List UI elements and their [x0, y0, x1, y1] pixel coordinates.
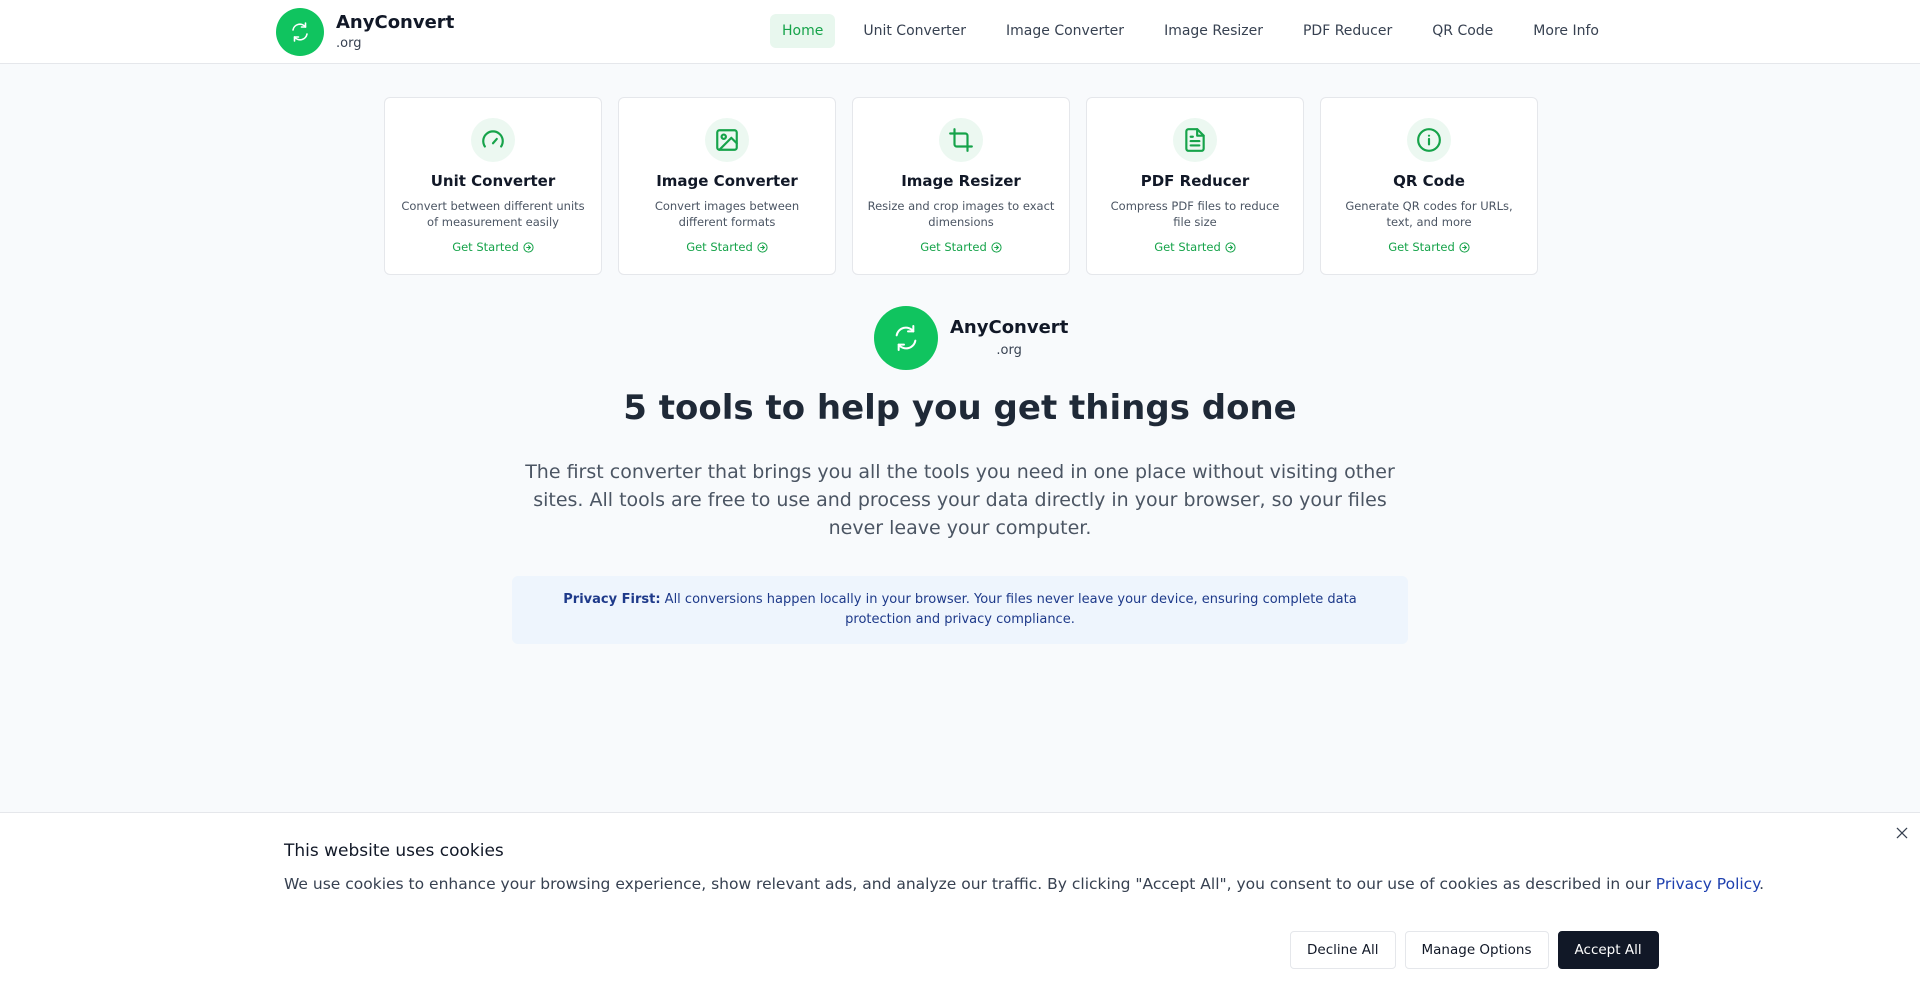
- brand-tld: .org: [336, 36, 362, 51]
- accept-all-button[interactable]: Accept All: [1557, 931, 1659, 969]
- nav-unit-converter[interactable]: Unit Converter: [851, 14, 978, 48]
- cookie-banner: This website uses cookies We use cookies…: [0, 812, 1920, 993]
- get-started-label: Get Started: [686, 240, 753, 254]
- cookie-actions: Decline All Manage Options Accept All: [1290, 931, 1659, 969]
- tool-title: QR Code: [1393, 172, 1465, 190]
- hero-brand: AnyConvert .org: [874, 306, 1068, 370]
- cookie-text: We use cookies to enhance your browsing …: [284, 875, 1764, 893]
- nav-image-converter[interactable]: Image Converter: [994, 14, 1136, 48]
- tool-description: Convert between different units of measu…: [401, 199, 585, 230]
- tool-card-qr-code[interactable]: QR Code Generate QR codes for URLs, text…: [1320, 97, 1538, 275]
- tool-title: Unit Converter: [430, 172, 556, 190]
- tool-card-image-resizer[interactable]: Image Resizer Resize and crop images to …: [852, 97, 1070, 275]
- hero-brand-name: AnyConvert: [950, 317, 1069, 339]
- nav-more-info[interactable]: More Info: [1521, 14, 1611, 48]
- hero-description: The first converter that brings you all …: [525, 461, 1395, 539]
- privacy-policy-link[interactable]: Privacy Policy: [1656, 875, 1759, 893]
- crop-icon: [939, 118, 983, 162]
- main-nav: Home Unit Converter Image Converter Imag…: [770, 14, 1611, 48]
- tool-description: Resize and crop images to exact dimensio…: [867, 199, 1055, 230]
- get-started-link[interactable]: Get Started: [452, 240, 534, 254]
- arrow-circle-right-icon: [757, 241, 768, 253]
- arrow-circle-right-icon: [523, 241, 534, 253]
- tool-title: Image Converter: [656, 172, 798, 190]
- gauge-icon: [471, 118, 515, 162]
- decline-all-button[interactable]: Decline All: [1290, 931, 1396, 969]
- hero-title: 5 tools to help you get things done: [623, 388, 1297, 428]
- tool-description: Generate QR codes for URLs, text, and mo…: [1345, 199, 1513, 230]
- cookie-title: This website uses cookies: [284, 841, 504, 861]
- nav-home[interactable]: Home: [770, 14, 836, 48]
- nav-qr-code[interactable]: QR Code: [1420, 14, 1505, 48]
- close-icon[interactable]: [1892, 823, 1912, 843]
- get-started-label: Get Started: [1154, 240, 1221, 254]
- info-icon: [1407, 118, 1451, 162]
- cookie-body: We use cookies to enhance your browsing …: [284, 875, 1656, 893]
- get-started-label: Get Started: [452, 240, 519, 254]
- get-started-link[interactable]: Get Started: [1154, 240, 1236, 254]
- refresh-icon: [874, 306, 938, 370]
- nav-pdf-reducer[interactable]: PDF Reducer: [1291, 14, 1404, 48]
- tool-description: Compress PDF files to reduce file size: [1110, 199, 1280, 230]
- arrow-circle-right-icon: [991, 241, 1002, 253]
- tool-title: Image Resizer: [901, 172, 1021, 190]
- tool-cards: Unit Converter Convert between different…: [384, 97, 1538, 275]
- get-started-link[interactable]: Get Started: [686, 240, 768, 254]
- manage-options-button[interactable]: Manage Options: [1404, 931, 1549, 969]
- privacy-notice: Privacy First: All conversions happen lo…: [512, 576, 1408, 644]
- get-started-label: Get Started: [920, 240, 987, 254]
- tool-card-image-converter[interactable]: Image Converter Convert images between d…: [618, 97, 836, 275]
- brand-name: AnyConvert: [336, 12, 455, 34]
- cookie-text-end: .: [1759, 875, 1765, 893]
- get-started-label: Get Started: [1388, 240, 1455, 254]
- get-started-link[interactable]: Get Started: [920, 240, 1002, 254]
- tool-card-unit-converter[interactable]: Unit Converter Convert between different…: [384, 97, 602, 275]
- image-icon: [705, 118, 749, 162]
- get-started-link[interactable]: Get Started: [1388, 240, 1470, 254]
- tool-title: PDF Reducer: [1140, 172, 1250, 190]
- nav-image-resizer[interactable]: Image Resizer: [1152, 14, 1275, 48]
- brand-logo-link[interactable]: AnyConvert .org: [276, 8, 454, 56]
- refresh-icon: [276, 8, 324, 56]
- privacy-text: All conversions happen locally in your b…: [664, 592, 1357, 627]
- file-text-icon: [1173, 118, 1217, 162]
- arrow-circle-right-icon: [1459, 241, 1470, 253]
- site-header: AnyConvert .org Home Unit Converter Imag…: [0, 0, 1920, 64]
- hero-brand-tld: .org: [996, 343, 1022, 358]
- arrow-circle-right-icon: [1225, 241, 1236, 253]
- tool-description: Convert images between different formats: [654, 199, 800, 230]
- privacy-label: Privacy First:: [563, 592, 661, 607]
- tool-card-pdf-reducer[interactable]: PDF Reducer Compress PDF files to reduce…: [1086, 97, 1304, 275]
